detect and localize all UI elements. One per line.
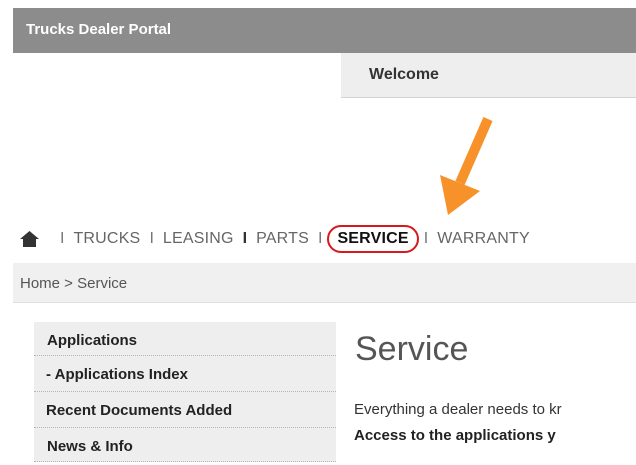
welcome-panel: Welcome: [341, 53, 636, 98]
nav-item-warranty[interactable]: WARRANTY: [437, 230, 530, 248]
sidebar-item-applications[interactable]: Applications: [34, 322, 336, 356]
nav-item-service[interactable]: SERVICE: [327, 225, 419, 253]
intro-bold-text: Access to the applications y: [354, 427, 556, 444]
sidebar-item-applications-index[interactable]: - Applications Index: [34, 356, 336, 392]
annotation-arrow-icon: [440, 116, 493, 215]
nav-separator: I: [60, 230, 65, 247]
home-icon[interactable]: [20, 231, 39, 247]
nav-separator: I: [423, 230, 429, 247]
welcome-text: Welcome: [369, 66, 439, 83]
nav-item-trucks[interactable]: TRUCKS: [73, 230, 140, 248]
nav-item-parts[interactable]: PARTS: [256, 230, 309, 248]
nav-separator: I: [149, 230, 154, 247]
nav-separator: I: [242, 230, 248, 247]
sidebar-item-news-info[interactable]: News & Info: [34, 428, 336, 462]
intro-text: Everything a dealer needs to kr: [354, 401, 562, 418]
sidebar: Applications - Applications Index Recent…: [34, 322, 336, 462]
page-title: Service: [355, 330, 469, 368]
nav-separator: I: [317, 230, 323, 247]
sidebar-item-recent-documents[interactable]: Recent Documents Added: [34, 392, 336, 428]
main-nav: I TRUCKS I LEASING I PARTS I SERVICE I W…: [13, 225, 636, 253]
breadcrumb: Home > Service: [13, 263, 636, 303]
nav-item-leasing[interactable]: LEASING: [163, 230, 234, 248]
breadcrumb-text[interactable]: Home > Service: [20, 275, 127, 292]
portal-title: Trucks Dealer Portal: [26, 21, 172, 38]
portal-header: Trucks Dealer Portal: [13, 8, 636, 53]
